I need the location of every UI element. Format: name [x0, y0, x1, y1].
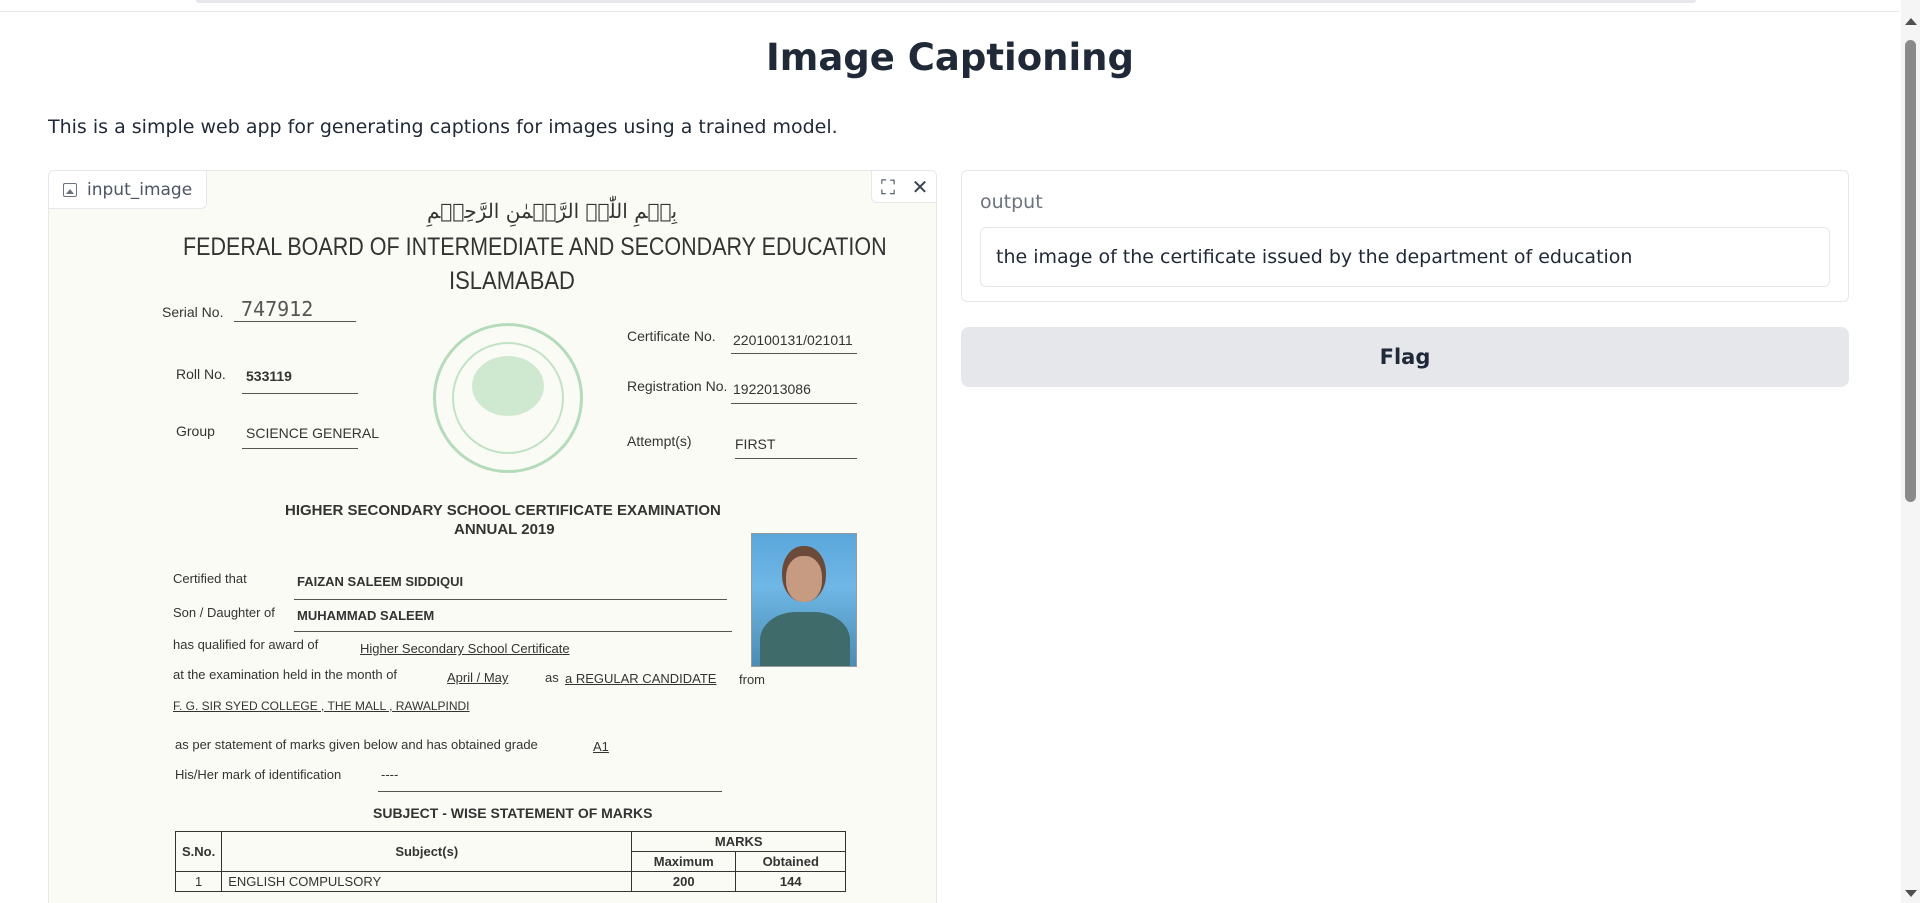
cert-marks-table: S.No. Subject(s) MARKS Maximum Obtained … — [174, 831, 847, 892]
cert-candidate-type: a REGULAR CANDIDATE — [565, 671, 717, 686]
scroll-down-arrow-icon[interactable] — [1905, 890, 1917, 897]
page-scrollbar[interactable] — [1901, 0, 1920, 903]
input-image-panel[interactable]: input_image ⛶ ✕ بِسۡمِ اللّٰہِ الرَّحۡمٰ… — [48, 170, 937, 903]
cert-award-value: Higher Secondary School Certificate — [360, 641, 570, 656]
cert-basmala: بِسۡمِ اللّٰہِ الرَّحۡمٰنِ الرَّحِیۡمِ — [427, 199, 678, 223]
cert-rule — [242, 448, 358, 449]
cert-photo-body — [760, 612, 850, 666]
cert-serial-value: 747912 — [241, 297, 314, 321]
cert-table-sno: 1 — [174, 871, 223, 892]
cert-serial-label: Serial No. — [162, 304, 224, 320]
cert-identification-label: His/Her mark of identification — [175, 767, 342, 782]
fullscreen-icon[interactable]: ⛶ — [872, 171, 904, 203]
scrollbar-thumb[interactable] — [1905, 40, 1916, 502]
cert-board-name: FEDERAL BOARD OF INTERMEDIATE AND SECOND… — [183, 233, 887, 261]
cert-exam-month-label: at the examination held in the month of — [173, 667, 398, 682]
cert-certified-label: Certified that — [173, 571, 247, 586]
cert-table-maximum-header: Maximum — [631, 851, 737, 872]
cert-table-marks-header: MARKS — [631, 831, 847, 852]
cert-certificate-no-label: Certificate No. — [627, 328, 716, 344]
cert-statement-title: SUBJECT - WISE STATEMENT OF MARKS — [373, 805, 653, 821]
image-toolbar: ⛶ ✕ — [871, 171, 936, 203]
cert-seal-globe — [472, 356, 544, 416]
cert-table-subject: ENGLISH COMPULSORY — [221, 871, 633, 892]
image-icon — [63, 182, 77, 197]
page-description: This is a simple web app for generating … — [48, 116, 838, 138]
cert-rule — [294, 631, 732, 632]
cert-roll-value: 533119 — [246, 368, 292, 384]
cert-photo — [751, 533, 857, 667]
cert-parent-name: MUHAMMAD SALEEM — [297, 608, 435, 623]
cert-parent-label: Son / Daughter of — [173, 605, 275, 620]
cert-rule — [735, 458, 857, 459]
cert-exam-session: ANNUAL 2019 — [454, 521, 555, 538]
cert-exam-month-value: April / May — [447, 670, 509, 685]
cert-city: ISLAMABAD — [449, 267, 575, 295]
output-panel: output the image of the certificate issu… — [961, 170, 1849, 302]
cert-rule — [731, 403, 857, 404]
cert-grade-label: as per statement of marks given below an… — [175, 737, 538, 752]
scroll-up-arrow-icon[interactable] — [1905, 18, 1917, 25]
cert-photo-face — [786, 556, 822, 602]
cert-exam-title: HIGHER SECONDARY SCHOOL CERTIFICATE EXAM… — [285, 502, 721, 519]
input-image-label: input_image — [49, 171, 208, 209]
cert-from-label: from — [739, 672, 765, 687]
table-row: 1 ENGLISH COMPULSORY 200 144 — [174, 871, 847, 892]
cert-registration-value: 1922013086 — [733, 381, 811, 397]
cert-grade-value: A1 — [593, 739, 609, 754]
cert-award-label: has qualified for award of — [173, 637, 319, 652]
cert-table-obtained: 144 — [735, 871, 847, 892]
cert-attempt-label: Attempt(s) — [627, 433, 692, 449]
cert-institution: F. G. SIR SYED COLLEGE , THE MALL , RAWA… — [173, 699, 470, 713]
input-image-label-text: input_image — [87, 179, 193, 200]
output-textbox[interactable]: the image of the certificate issued by t… — [980, 227, 1830, 287]
page-title: Image Captioning — [766, 36, 1134, 79]
cert-rule — [731, 353, 857, 354]
cert-rule — [294, 599, 727, 600]
cert-attempt-value: FIRST — [735, 436, 776, 452]
cert-certificate-no-value: 220100131/021011 — [733, 332, 853, 348]
cert-table-sno-header: S.No. — [174, 831, 223, 872]
cert-as-label: as — [545, 670, 559, 685]
cert-table-maximum: 200 — [631, 871, 737, 892]
output-label: output — [980, 191, 1043, 213]
cert-rule — [234, 321, 356, 322]
cert-seal — [433, 323, 583, 473]
browser-top-edge — [0, 0, 1900, 12]
close-icon[interactable]: ✕ — [904, 171, 936, 203]
cert-roll-label: Roll No. — [176, 366, 226, 382]
cert-rule — [378, 791, 722, 792]
cert-table-obtained-header: Obtained — [735, 851, 847, 872]
cert-rule — [242, 393, 358, 394]
address-bar-edge — [196, 0, 1696, 3]
cert-group-value: SCIENCE GENERAL — [246, 425, 380, 441]
cert-group-label: Group — [176, 423, 215, 439]
cert-registration-label: Registration No. — [627, 378, 728, 394]
cert-identification-value: ---- — [381, 767, 399, 782]
cert-table-subject-header: Subject(s) — [221, 831, 633, 872]
cert-certified-name: FAIZAN SALEEM SIDDIQUI — [297, 574, 464, 589]
flag-button[interactable]: Flag — [961, 327, 1849, 387]
certificate-image: بِسۡمِ اللّٰہِ الرَّحۡمٰنِ الرَّحِیۡمِ F… — [49, 171, 936, 903]
